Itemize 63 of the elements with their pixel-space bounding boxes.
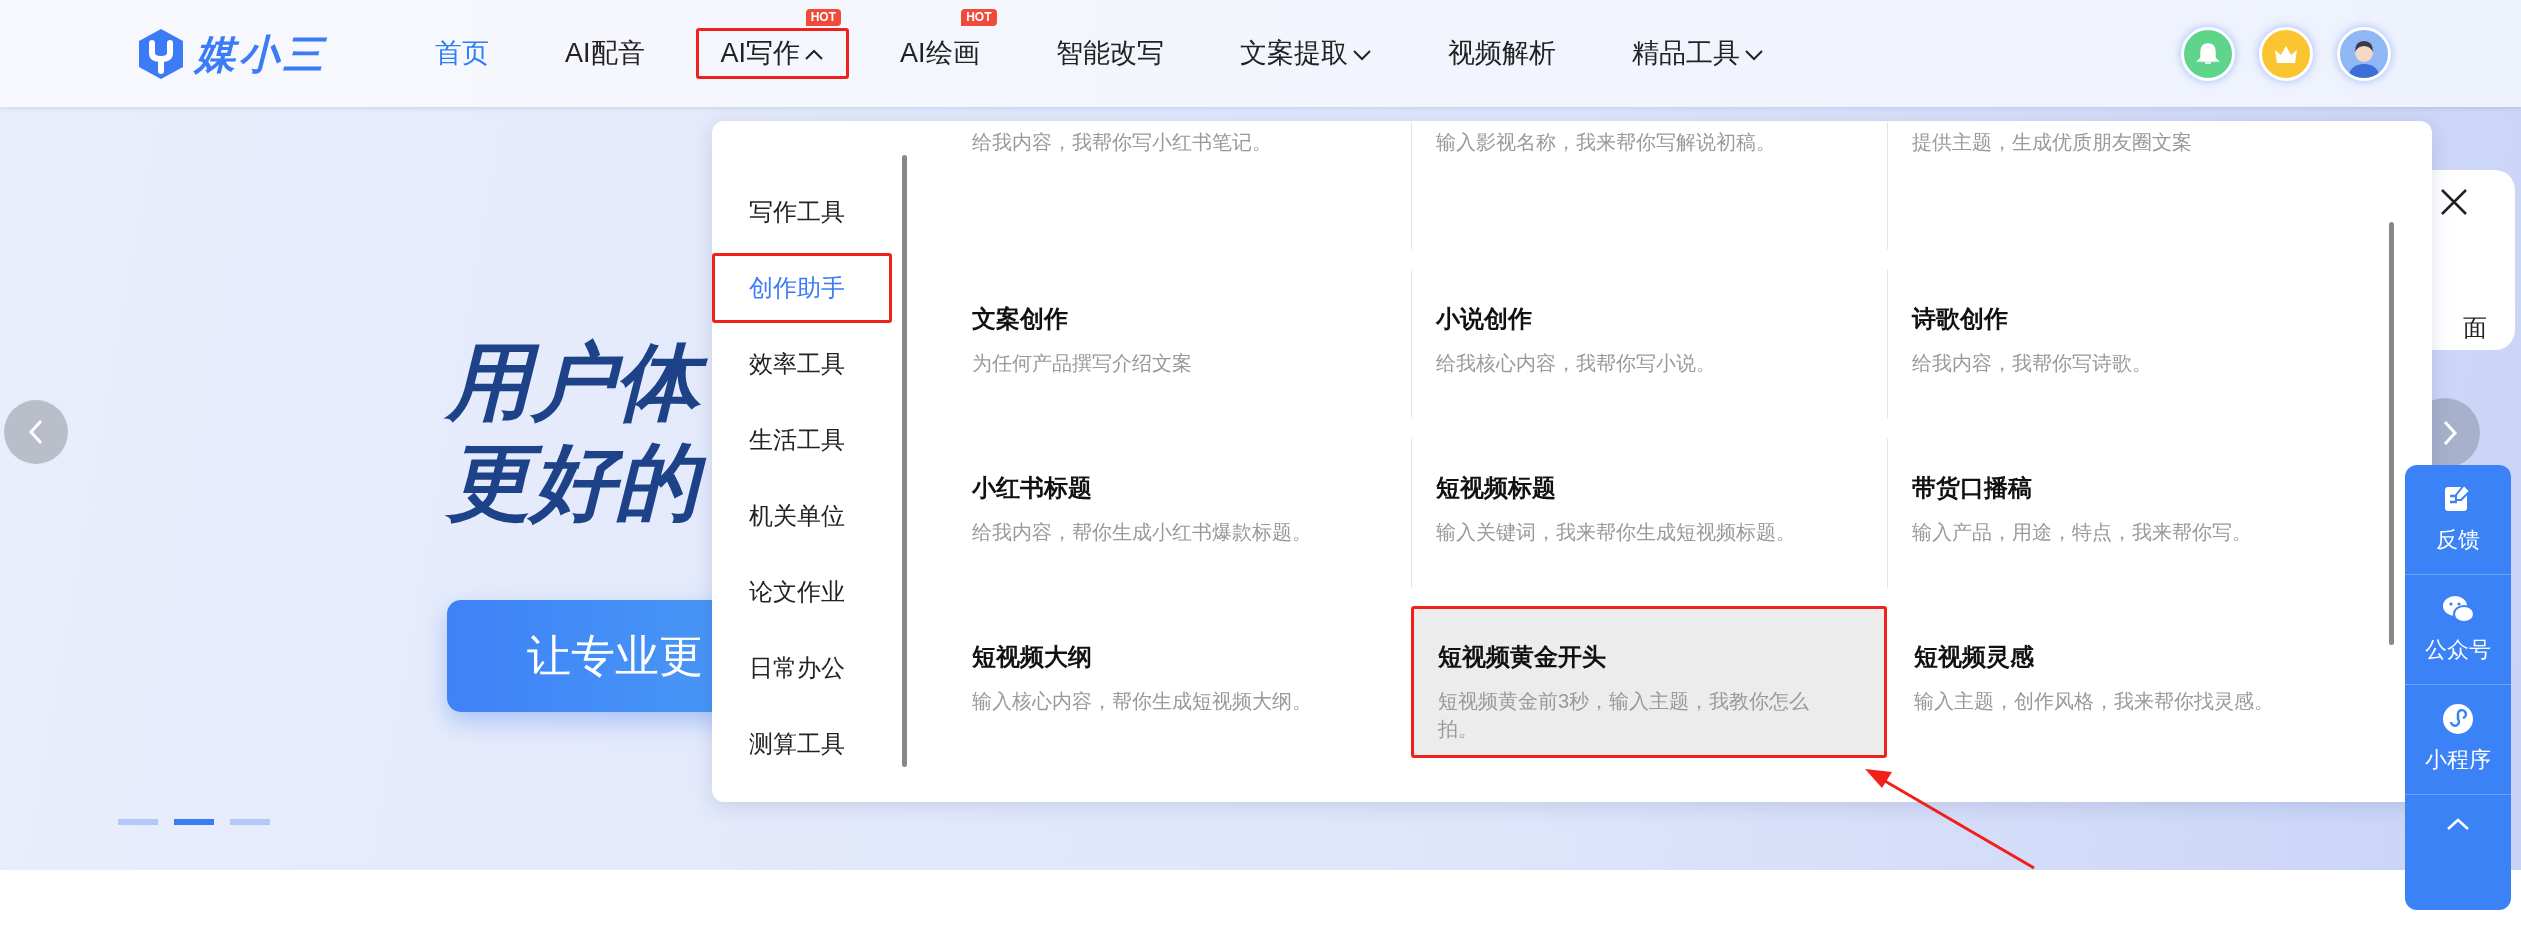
carousel-indicator[interactable] <box>230 819 270 825</box>
tool-description: 输入影视名称，我来帮你写解说初稿。 <box>1436 130 1777 155</box>
sidebar-button[interactable]: 公众号 <box>2425 633 2491 666</box>
tool-card[interactable]: 短视频大纲 输入核心内容，帮你生成短视频大纲。 <box>945 606 1411 758</box>
tool-card[interactable]: 小说创作 给我核心内容，我帮你写小说。 <box>1411 268 1887 420</box>
tool-card[interactable]: 小红书标题 给我内容，帮你生成小红书爆款标题。 <box>945 437 1411 589</box>
side-panel-text: 面 <box>2463 313 2487 343</box>
nav-link[interactable]: 智能改写 <box>1030 28 1189 79</box>
link-circle-icon <box>2442 703 2474 735</box>
tool-description: 短视频黄金前3秒，输入主题，我教你怎么拍。 <box>1438 689 1811 742</box>
tool-title: 诗歌创作 <box>1912 304 2009 334</box>
tool-description: 给我内容，我帮你写诗歌。 <box>1912 351 2153 376</box>
caret-icon <box>1351 48 1372 63</box>
tool-description: 输入关键词，我来帮你生成短视频标题。 <box>1436 520 1797 545</box>
tool-title: 短视频灵感 <box>1914 642 2035 672</box>
category-item[interactable]: 写作工具 <box>712 177 892 247</box>
tool-card[interactable]: 诗歌创作 给我内容，我帮你写诗歌。 <box>1887 268 2363 420</box>
nav-link[interactable]: AI写作 <box>695 28 850 79</box>
tool-description: 为任何产品撰写介绍文案 <box>972 351 1193 376</box>
caret-icon <box>1743 48 1764 63</box>
tool-title: 短视频标题 <box>1436 473 1557 503</box>
tool-card[interactable]: 短视频黄金开头 短视频黄金前3秒，输入主题，我教你怎么拍。 <box>1411 606 1887 758</box>
tool-description: 给我核心内容，我帮你写小说。 <box>1436 351 1717 376</box>
tool-card[interactable]: 短视频灵感 输入主题，创作风格，我来帮你找灵感。 <box>1887 606 2363 758</box>
nav-link[interactable]: 文案提取 <box>1214 28 1397 79</box>
nav-link[interactable]: AI配音 <box>540 28 670 79</box>
chevron-left-icon <box>27 419 45 445</box>
notification-bell-icon[interactable] <box>2181 26 2235 81</box>
tool-card[interactable]: 短视频标题 输入关键词，我来帮你生成短视频标题。 <box>1411 437 1887 589</box>
tool-card[interactable]: 文案创作 为任何产品撰写介绍文案 <box>945 268 1411 420</box>
tool-title: 小红书标题 <box>972 473 1093 503</box>
tool-title: 小说创作 <box>1436 304 1533 334</box>
logo-text: 媒小三 <box>195 30 327 78</box>
tool-title: 带货口播稿 <box>1912 473 2033 503</box>
tool-card[interactable]: 带货口播稿 输入产品，用途，特点，我来帮你写。 <box>1887 437 2363 589</box>
tool-description: 给我内容，我帮你写小红书笔记。 <box>972 130 1273 155</box>
nav-link[interactable]: 视频解析 <box>1422 28 1581 79</box>
close-icon[interactable] <box>2440 188 2468 216</box>
nav-link[interactable]: AI绘画 <box>875 28 1005 79</box>
avatar-icon[interactable] <box>2337 26 2391 81</box>
category-item[interactable]: 测算工具 <box>712 709 892 779</box>
tool-title: 短视频大纲 <box>972 642 1093 672</box>
scrollbar[interactable] <box>902 155 907 767</box>
hot-badge: HOT <box>961 9 997 27</box>
chevron-right-icon <box>2442 420 2460 446</box>
chevron-up-icon[interactable] <box>2446 817 2470 831</box>
scrollbar[interactable] <box>2389 222 2394 645</box>
category-item[interactable]: 创作助手 <box>712 253 892 323</box>
carousel-indicator[interactable] <box>118 819 158 825</box>
carousel-indicator[interactable] <box>174 819 214 825</box>
sidebar-button[interactable]: 小程序 <box>2425 743 2491 776</box>
tool-description: 提供主题，生成优质朋友圈文案 <box>1912 130 2193 155</box>
tool-description: 输入主题，创作风格，我来帮你找灵感。 <box>1914 689 2275 714</box>
tool-title: 短视频黄金开头 <box>1438 642 1607 672</box>
hot-badge: HOT <box>805 9 842 27</box>
tool-description: 输入核心内容，帮你生成短视频大纲。 <box>972 689 1313 714</box>
tool-title: 文案创作 <box>972 304 1069 334</box>
crown-icon[interactable] <box>2259 26 2313 81</box>
nav-link[interactable]: 首页 <box>410 28 514 79</box>
tool-description: 输入产品，用途，特点，我来帮你写。 <box>1912 520 2253 545</box>
nav-link[interactable]: 精品工具 <box>1606 28 1789 79</box>
tool-description: 给我内容，帮你生成小红书爆款标题。 <box>972 520 1313 545</box>
sidebar-button[interactable]: 反馈 <box>2436 523 2480 556</box>
